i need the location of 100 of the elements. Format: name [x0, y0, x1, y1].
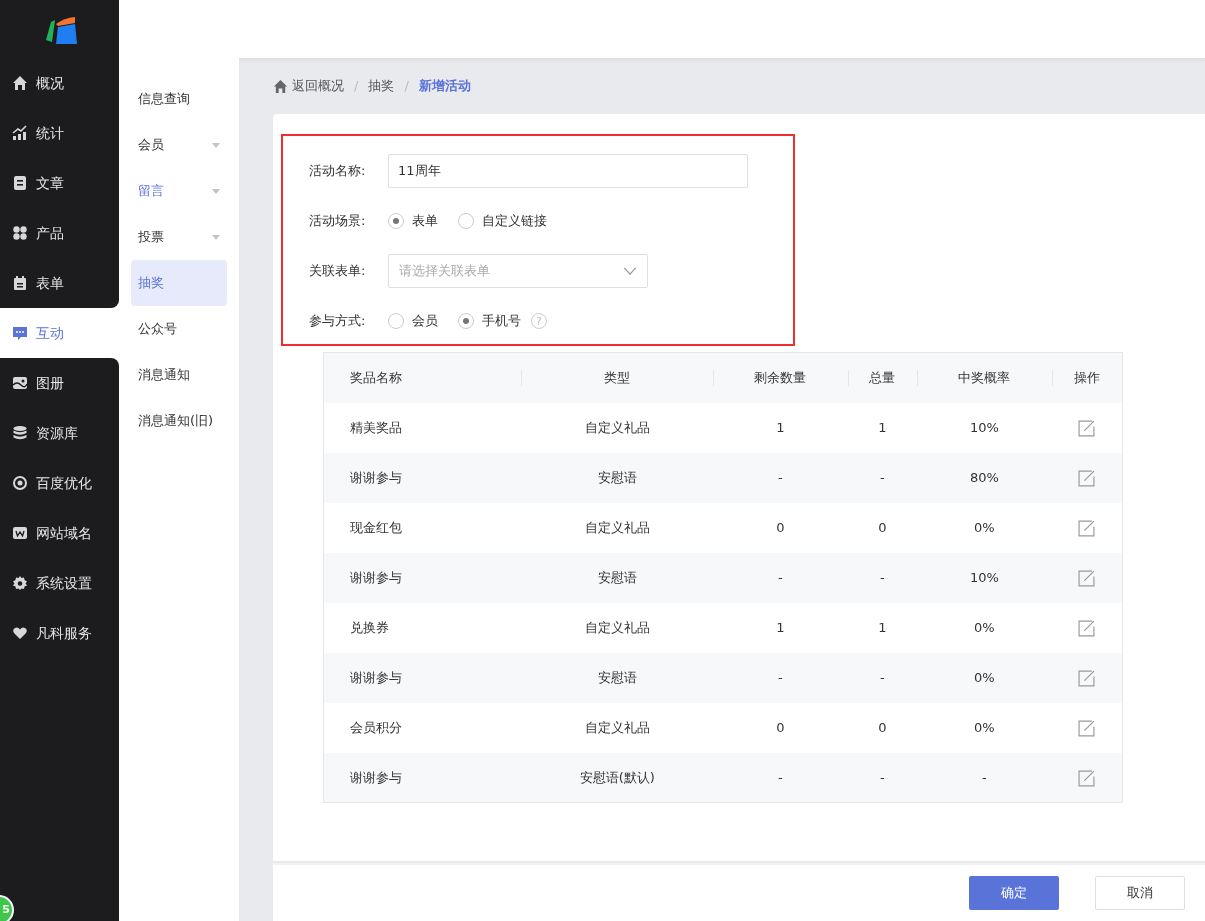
edit-icon[interactable] [1078, 769, 1096, 787]
table-cell: - [847, 752, 918, 803]
breadcrumb-separator: / [404, 77, 409, 96]
table-cell: 谢谢参与 [323, 752, 522, 803]
heart-icon [12, 625, 28, 641]
clipboard-icon [12, 275, 28, 291]
submenu-item[interactable]: 留言 [131, 168, 227, 214]
database-icon [12, 425, 28, 441]
table-cell: 0% [917, 702, 1052, 753]
web-icon [12, 525, 28, 541]
settings-icon [12, 575, 28, 591]
table-cell: 1 [847, 602, 918, 653]
table-cell: 0 [847, 502, 918, 553]
table-cell: 自定义礼品 [521, 402, 714, 453]
table-cell: - [713, 652, 848, 703]
home-icon [273, 78, 288, 94]
nav-item[interactable]: 资源库 [0, 408, 119, 458]
column-header: 总量 [847, 352, 918, 403]
table-cell: 1 [847, 402, 918, 453]
nav-item[interactable]: 概况 [0, 58, 119, 108]
table-cell: 80% [917, 452, 1052, 503]
table-cell: 安慰语 [521, 652, 714, 703]
chevron-down-icon [623, 267, 637, 275]
edit-icon[interactable] [1078, 469, 1096, 487]
nav-item[interactable]: 图册 [0, 358, 119, 408]
radio-option[interactable]: 表单 [388, 211, 438, 231]
chat-icon [12, 325, 28, 341]
table-cell: 谢谢参与 [323, 552, 522, 603]
column-header: 中奖概率 [917, 352, 1052, 403]
nav-item[interactable]: 凡科服务 [0, 608, 119, 658]
breadcrumb-link[interactable]: 抽奖 [368, 76, 395, 96]
table-cell: 0 [713, 702, 848, 753]
edit-icon[interactable] [1078, 419, 1096, 437]
submenu-item[interactable]: 消息通知(旧) [131, 398, 227, 444]
table-cell: 会员积分 [323, 702, 522, 753]
breadcrumb-current: 新增活动 [418, 77, 471, 96]
table-cell: 自定义礼品 [521, 502, 714, 553]
submenu-item[interactable]: 会员 [131, 122, 227, 168]
chart-icon [12, 125, 28, 141]
radio-option[interactable]: 手机号 [458, 311, 521, 331]
table-cell: 1 [713, 402, 848, 453]
edit-icon[interactable] [1078, 619, 1096, 637]
field-label: 活动场景: [309, 212, 367, 231]
table-cell: 10% [917, 552, 1052, 603]
table-cell: 自定义礼品 [521, 602, 714, 653]
nav-item[interactable]: 系统设置 [0, 558, 119, 608]
home-link[interactable]: 返回概况 [273, 76, 344, 96]
nav-item[interactable]: 百度优化 [0, 458, 119, 508]
table-cell: 0% [917, 602, 1052, 653]
home-icon [12, 75, 28, 91]
submenu-item[interactable]: 消息通知 [131, 352, 227, 398]
table-cell: 谢谢参与 [323, 452, 522, 503]
field-label: 关联表单: [309, 262, 367, 281]
column-header: 操作 [1051, 352, 1123, 403]
table-cell: 0 [713, 502, 848, 553]
nav-item[interactable]: 统计 [0, 108, 119, 158]
table-cell: 0% [917, 502, 1052, 553]
field-label: 参与方式: [309, 312, 367, 331]
radio-option[interactable]: 自定义链接 [458, 211, 547, 231]
submenu-item[interactable]: 信息查询 [131, 76, 227, 122]
table-cell: 自定义礼品 [521, 702, 714, 753]
table-cell: 现金红包 [323, 502, 522, 553]
name-field[interactable]: 11周年 [388, 154, 748, 188]
grid-icon [12, 225, 28, 241]
field-label: 活动名称: [309, 162, 367, 181]
table-cell: 安慰语 [521, 452, 714, 503]
nav-item[interactable]: 表单 [0, 258, 119, 308]
table-cell: 安慰语 [521, 552, 714, 603]
edit-icon[interactable] [1078, 519, 1096, 537]
submenu-item[interactable]: 抽奖 [131, 260, 227, 306]
table-cell: - [713, 752, 848, 803]
table-cell: - [847, 652, 918, 703]
table-cell: 精美奖品 [323, 402, 522, 453]
table-cell: 0 [847, 702, 918, 753]
table-cell: - [917, 752, 1052, 803]
table-cell: 0% [917, 652, 1052, 703]
submenu-item[interactable]: 公众号 [131, 306, 227, 352]
column-header: 类型 [521, 352, 714, 403]
submenu-item[interactable]: 投票 [131, 214, 227, 260]
confirm-button[interactable]: 确定 [969, 876, 1059, 910]
cancel-button[interactable]: 取消 [1095, 876, 1185, 910]
edit-icon[interactable] [1078, 719, 1096, 737]
target-icon [12, 475, 28, 491]
table-cell: - [847, 452, 918, 503]
nav-item[interactable]: 文章 [0, 158, 119, 208]
table-cell: - [713, 452, 848, 503]
breadcrumb-separator: / [354, 77, 359, 96]
nav-item[interactable]: 产品 [0, 208, 119, 258]
table-cell: 1 [713, 602, 848, 653]
table-cell: - [847, 552, 918, 603]
edit-icon[interactable] [1078, 669, 1096, 687]
table-cell: 谢谢参与 [323, 652, 522, 703]
column-header: 剩余数量 [713, 352, 848, 403]
table-cell: 安慰语(默认) [521, 752, 714, 803]
table-cell: - [713, 552, 848, 603]
table-cell: 兑换券 [323, 602, 522, 653]
edit-icon[interactable] [1078, 569, 1096, 587]
column-header: 奖品名称 [323, 352, 522, 403]
radio-option[interactable]: 会员 [388, 311, 438, 331]
nav-item[interactable]: 网站域名 [0, 508, 119, 558]
